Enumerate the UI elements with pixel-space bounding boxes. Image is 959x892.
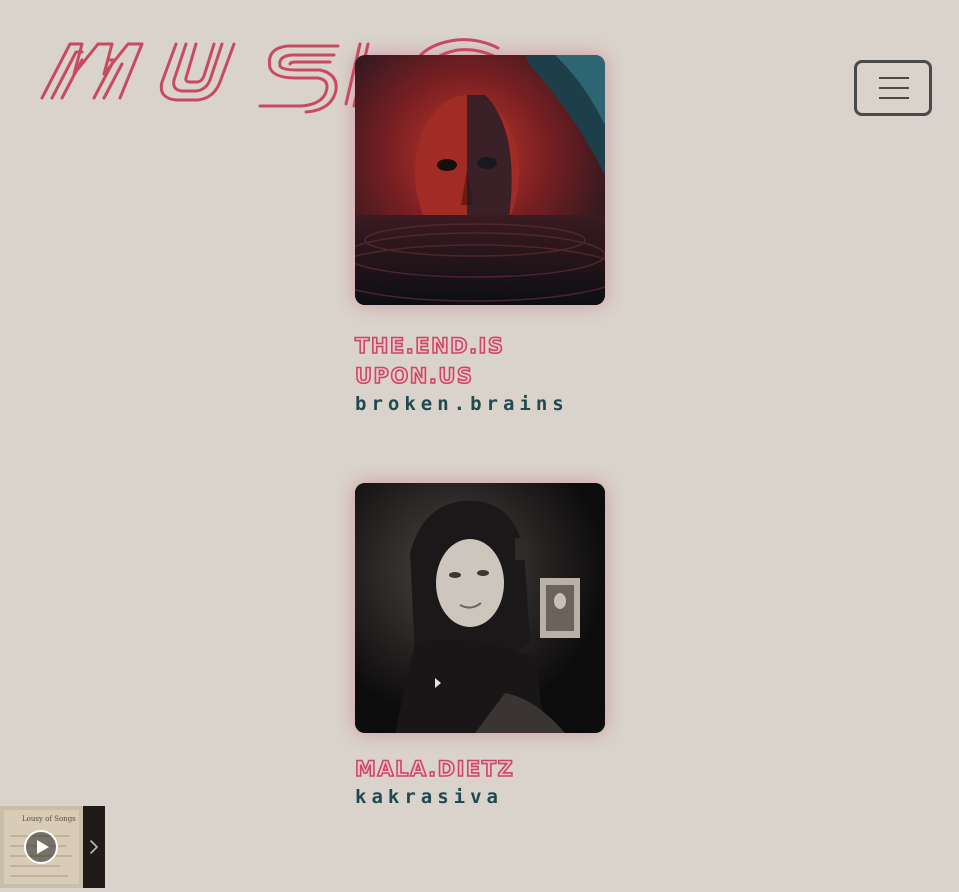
album-card: the.end.is upon.us broken.brains (354, 55, 615, 417)
album-title[interactable]: the.end.is upon.us (354, 331, 595, 391)
thumbnail-caption: Lousy of Songs (22, 815, 76, 823)
album-card: mala.dietz kakrasiva (354, 483, 615, 810)
mini-player: Lousy of Songs (0, 806, 105, 888)
album-cover[interactable] (355, 55, 605, 305)
album-artist[interactable]: broken.brains (355, 391, 615, 417)
album-cover[interactable] (355, 483, 605, 733)
album-artist[interactable]: kakrasiva (355, 784, 615, 810)
album-title[interactable]: mala.dietz (354, 754, 595, 784)
woman-portrait-artwork (355, 483, 605, 733)
chevron-right-icon (90, 840, 98, 854)
hamburger-menu-button[interactable] (854, 60, 932, 116)
play-button[interactable] (23, 829, 59, 865)
face-in-water-artwork (355, 55, 605, 305)
hamburger-icon (879, 77, 909, 99)
play-icon (24, 830, 58, 864)
expand-player-button[interactable] (83, 806, 105, 888)
